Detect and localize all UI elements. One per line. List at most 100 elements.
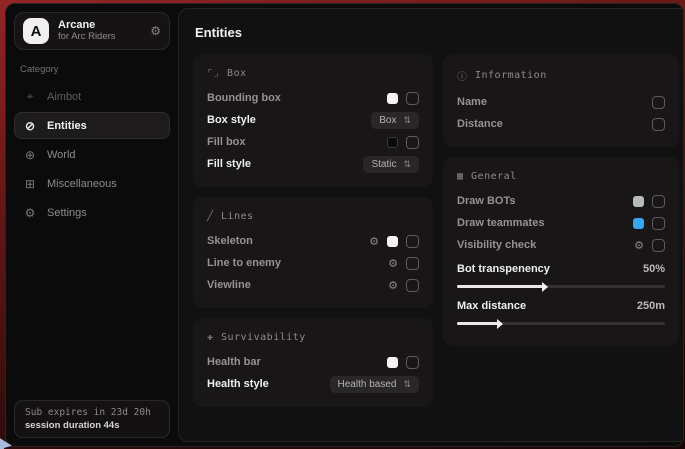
crosshair-icon: ⌖ (23, 89, 37, 104)
panel-title: Lines (221, 211, 254, 222)
slider-fill (457, 285, 544, 288)
gear-icon[interactable]: ⚙ (388, 279, 398, 292)
checkbox[interactable] (652, 195, 665, 208)
account-card[interactable]: A Arcane for Arc Riders ⚙ (14, 12, 170, 50)
checkbox[interactable] (406, 257, 419, 270)
category-label: Category (20, 64, 170, 75)
row-label: Name (457, 96, 487, 108)
page-title: Entities (195, 25, 679, 40)
checkbox[interactable] (652, 118, 665, 131)
panel-survivability: ✚ Survivability Health bar Health style (193, 318, 433, 407)
entities-icon: ⊘ (23, 119, 37, 133)
slider-value: 250m (637, 300, 665, 312)
bot-transparency-slider[interactable] (457, 285, 665, 288)
box-icon: ⌜⌟ (207, 68, 219, 79)
unfold-icon: ⇅ (403, 115, 411, 126)
panel-general: ▦ General Draw BOTs Draw teammates (443, 157, 679, 346)
row-distance: Distance (457, 113, 665, 135)
sidebar-item-label: Settings (47, 207, 87, 219)
row-label: Viewline (207, 279, 251, 291)
color-swatch[interactable] (387, 137, 398, 148)
row-visibility-check: Visibility check ⚙ (457, 234, 665, 256)
max-distance-slider[interactable] (457, 322, 665, 325)
sidebar-item-miscellaneous[interactable]: ⊞ Miscellaneous (14, 170, 170, 197)
color-swatch[interactable] (633, 218, 644, 229)
checkbox[interactable] (406, 136, 419, 149)
row-viewline: Viewline ⚙ (207, 274, 419, 296)
sidebar-item-aimbot[interactable]: ⌖ Aimbot (14, 83, 170, 110)
row-draw-bots: Draw BOTs (457, 190, 665, 212)
slider-label: Max distance (457, 300, 526, 312)
sidebar-item-world[interactable]: ⊕ World (14, 141, 170, 168)
row-draw-teammates: Draw teammates (457, 212, 665, 234)
row-label: Fill box (207, 136, 246, 148)
panel-title: Survivability (221, 332, 306, 343)
bot-transparency-control: Bot transpenency 50% (457, 260, 665, 288)
checkbox[interactable] (406, 235, 419, 248)
max-distance-control: Max distance 250m (457, 297, 665, 325)
sub-expires-text: Sub expires in 23d 20h (25, 407, 159, 418)
color-swatch[interactable] (633, 196, 644, 207)
row-bounding-box: Bounding box (207, 87, 419, 109)
gear-icon[interactable]: ⚙ (388, 257, 398, 270)
row-label: Health bar (207, 356, 261, 368)
row-label: Visibility check (457, 239, 536, 251)
slider-thumb[interactable] (542, 282, 548, 292)
color-swatch[interactable] (387, 236, 398, 247)
gear-icon: ⚙ (23, 206, 37, 220)
panel-lines: ╱ Lines Skeleton ⚙ Line to enemy (193, 197, 433, 308)
grid-icon: ⊞ (23, 177, 37, 191)
panel-title: Information (475, 70, 547, 81)
sidebar-item-label: Aimbot (47, 91, 81, 103)
panel-title: General (471, 171, 517, 182)
dropdown-value: Static (371, 159, 396, 170)
health-style-dropdown[interactable]: Health based ⇅ (330, 376, 419, 393)
app-window: A Arcane for Arc Riders ⚙ Category ⌖ Aim… (5, 3, 684, 447)
row-label: Bounding box (207, 92, 281, 104)
dropdown-value: Health based (338, 379, 397, 390)
unfold-icon: ⇅ (403, 379, 411, 390)
row-label: Draw BOTs (457, 195, 515, 207)
color-swatch[interactable] (387, 357, 398, 368)
globe-icon: ⊕ (23, 148, 37, 162)
checkbox[interactable] (652, 96, 665, 109)
row-label: Draw teammates (457, 217, 544, 229)
slider-value: 50% (643, 263, 665, 275)
panel-title: Box (227, 68, 247, 79)
session-duration-text: session duration 44s (25, 420, 159, 431)
sidebar-item-settings[interactable]: ⚙ Settings (14, 199, 170, 226)
checkbox[interactable] (406, 356, 419, 369)
slider-thumb[interactable] (497, 319, 503, 329)
row-name: Name (457, 91, 665, 113)
sidebar-item-label: World (47, 149, 76, 161)
row-fill-box: Fill box (207, 131, 419, 153)
gear-icon[interactable]: ⚙ (369, 235, 379, 248)
avatar: A (23, 18, 49, 44)
sidebar-nav: ⌖ Aimbot ⊘ Entities ⊕ World ⊞ Miscellane… (14, 83, 170, 226)
sidebar-item-entities[interactable]: ⊘ Entities (14, 112, 170, 139)
subscription-card: Sub expires in 23d 20h session duration … (14, 400, 170, 438)
gear-icon[interactable]: ⚙ (634, 239, 644, 252)
panel-box: ⌜⌟ Box Bounding box Box style (193, 54, 433, 187)
fill-style-dropdown[interactable]: Static ⇅ (363, 156, 419, 173)
checkbox[interactable] (652, 239, 665, 252)
box-style-dropdown[interactable]: Box ⇅ (371, 112, 419, 129)
checkbox[interactable] (406, 279, 419, 292)
color-swatch[interactable] (387, 93, 398, 104)
row-fill-style: Fill style Static ⇅ (207, 153, 419, 175)
info-icon: ⓘ (457, 68, 467, 83)
gear-icon[interactable]: ⚙ (150, 24, 161, 38)
checkbox[interactable] (652, 217, 665, 230)
row-label: Box style (207, 114, 256, 126)
sidebar-item-label: Entities (47, 120, 87, 132)
checkbox[interactable] (406, 92, 419, 105)
row-label: Fill style (207, 158, 251, 170)
panel-information: ⓘ Information Name Distance (443, 54, 679, 147)
app-subtitle: for Arc Riders (58, 32, 141, 43)
account-text: Arcane for Arc Riders (58, 19, 141, 43)
line-icon: ╱ (207, 211, 213, 222)
row-label: Skeleton (207, 235, 253, 247)
sidebar-item-label: Miscellaneous (47, 178, 117, 190)
row-label: Distance (457, 118, 503, 130)
row-skeleton: Skeleton ⚙ (207, 230, 419, 252)
